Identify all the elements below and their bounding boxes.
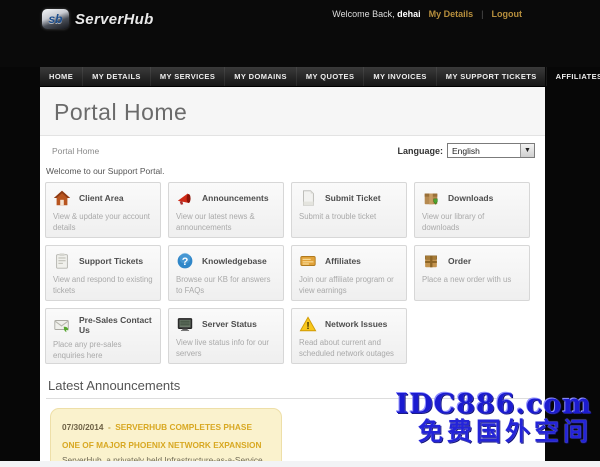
portal-box-title[interactable]: Server Status xyxy=(202,319,257,329)
portal-box-knowledgebase[interactable]: ? Knowledgebase Browse our KB for answer… xyxy=(168,245,284,301)
portal-box-order[interactable]: Order Place a new order with us xyxy=(414,245,530,301)
question-circle-icon: ? xyxy=(176,252,194,270)
portal-box-affiliates[interactable]: Affiliates Join our affiliate program or… xyxy=(291,245,407,301)
portal-box-title[interactable]: Downloads xyxy=(448,193,493,203)
announcement-item: 07/30/2014 - SERVERHUB COMPLETES PHASE O… xyxy=(50,408,282,467)
nav-tab-my-details[interactable]: MY DETAILS xyxy=(83,67,151,86)
my-details-link[interactable]: My Details xyxy=(429,9,474,19)
portal-box-title[interactable]: Pre-Sales Contact Us xyxy=(79,315,153,335)
download-box-icon xyxy=(422,189,440,207)
portal-box-description: View live status info for our servers xyxy=(176,338,270,358)
language-select[interactable]: English ▼ xyxy=(447,143,535,158)
ticket-note-icon xyxy=(53,252,71,270)
page-title: Portal Home xyxy=(54,99,188,125)
nav-tab-my-quotes[interactable]: MY QUOTES xyxy=(297,67,365,86)
language-selected-value: English xyxy=(452,145,480,156)
portal-box-server-status[interactable]: Server Status View live status info for … xyxy=(168,308,284,364)
username: dehai xyxy=(397,9,421,19)
nav-tab-my-domains[interactable]: MY DOMAINS xyxy=(225,67,297,86)
breadcrumb[interactable]: Portal Home xyxy=(52,146,99,156)
nav-tab-my-invoices[interactable]: MY INVOICES xyxy=(364,67,437,86)
portal-box-network-issues[interactable]: ! Network Issues Read about current and … xyxy=(291,308,407,364)
language-area: Language: English ▼ xyxy=(397,143,535,158)
portal-box-description: Place a new order with us xyxy=(422,275,512,284)
nav-tab-home[interactable]: HOME xyxy=(40,67,84,86)
portal-box-description: View and respond to existing tickets xyxy=(53,275,153,295)
portal-box-grid: Client Area View & update your account d… xyxy=(40,180,545,370)
portal-box-description: Read about current and scheduled network… xyxy=(299,338,394,358)
announcement-date: 07/30/2014 xyxy=(62,422,104,432)
portal-box-title[interactable]: Announcements xyxy=(202,193,269,203)
portal-box-support-tickets[interactable]: Support Tickets View and respond to exis… xyxy=(45,245,161,301)
svg-text:!: ! xyxy=(306,321,309,332)
portal-box-title[interactable]: Affiliates xyxy=(325,256,361,266)
breadcrumb-row: Portal Home Language: English ▼ xyxy=(40,136,545,161)
content-area: Portal Home Portal Home Language: Englis… xyxy=(40,87,545,467)
portal-box-description: View our latest news & announcements xyxy=(176,212,255,232)
warning-triangle-icon: ! xyxy=(299,315,317,333)
portal-box-description: View & update your account details xyxy=(53,212,150,232)
welcome-prefix: Welcome Back, xyxy=(332,9,395,19)
nav-tab-my-services[interactable]: MY SERVICES xyxy=(151,67,226,86)
portal-box-title[interactable]: Order xyxy=(448,256,471,266)
main-wrapper: HOME MY DETAILS MY SERVICES MY DOMAINS M… xyxy=(40,67,600,467)
header-divider: | xyxy=(481,9,484,19)
latest-announcements-heading: Latest Announcements xyxy=(46,374,535,399)
portal-box-presales-contact[interactable]: Pre-Sales Contact Us Place any pre-sales… xyxy=(45,308,161,364)
portal-box-description: Submit a trouble ticket xyxy=(299,212,377,221)
portal-box-announcements[interactable]: Announcements View our latest news & ann… xyxy=(168,182,284,238)
portal-box-submit-ticket[interactable]: Submit Ticket Submit a trouble ticket xyxy=(291,182,407,238)
latest-announcements-section: Latest Announcements 07/30/2014 - SERVER… xyxy=(40,370,545,467)
nav-tab-affiliates[interactable]: AFFILIATES xyxy=(547,67,600,86)
portal-box-description: Join our affiliate program or view earni… xyxy=(299,275,394,295)
language-label: Language: xyxy=(397,145,443,156)
serverhub-logo[interactable]: sb ServerHub xyxy=(42,9,154,29)
portal-box-title[interactable]: Client Area xyxy=(79,193,124,203)
nav-tab-my-support-tickets[interactable]: MY SUPPORT TICKETS xyxy=(437,67,547,86)
document-icon xyxy=(299,189,317,207)
dropdown-arrow-icon[interactable]: ▼ xyxy=(520,144,534,157)
package-icon xyxy=(422,252,440,270)
support-portal-welcome: Welcome to our Support Portal. xyxy=(46,166,165,176)
serverhub-logo-text: ServerHub xyxy=(75,10,154,28)
top-header: sb ServerHub Welcome Back, dehai My Deta… xyxy=(0,0,600,67)
portal-box-description: Place any pre-sales enquiries here xyxy=(53,340,122,360)
portal-box-downloads[interactable]: Downloads View our library of downloads xyxy=(414,182,530,238)
portal-box-client-area[interactable]: Client Area View & update your account d… xyxy=(45,182,161,238)
main-navbar: HOME MY DETAILS MY SERVICES MY DOMAINS M… xyxy=(40,67,600,87)
logout-link[interactable]: Logout xyxy=(492,9,523,19)
serverhub-logo-icon: sb xyxy=(42,9,69,29)
banknote-icon xyxy=(299,252,317,270)
portal-box-title[interactable]: Submit Ticket xyxy=(325,193,381,203)
bottom-strip xyxy=(0,461,600,467)
portal-box-description: Browse our KB for answers to FAQs xyxy=(176,275,271,295)
portal-box-title[interactable]: Network Issues xyxy=(325,319,387,329)
announcement-separator: - xyxy=(107,422,111,432)
svg-text:?: ? xyxy=(182,256,189,268)
server-monitor-icon xyxy=(176,315,194,333)
portal-box-title[interactable]: Knowledgebase xyxy=(202,256,267,266)
welcome-text: Welcome Back, dehai xyxy=(332,9,420,19)
portal-box-description: View our library of downloads xyxy=(422,212,485,232)
title-band: Portal Home xyxy=(40,87,545,136)
header-links: Welcome Back, dehai My Details | Logout xyxy=(332,9,522,19)
page-background: sb ServerHub Welcome Back, dehai My Deta… xyxy=(0,0,600,467)
house-icon xyxy=(53,189,71,207)
megaphone-icon xyxy=(176,189,194,207)
envelope-icon xyxy=(53,316,71,334)
portal-box-title[interactable]: Support Tickets xyxy=(79,256,143,266)
